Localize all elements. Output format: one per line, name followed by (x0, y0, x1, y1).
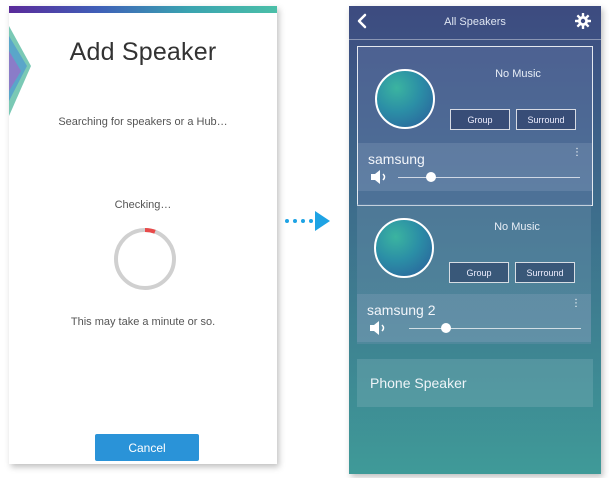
album-art-disc (375, 69, 435, 129)
volume-slider-thumb[interactable] (426, 172, 436, 182)
wait-note-text: This may take a minute or so. (70, 316, 216, 328)
add-speaker-screen: Add Speaker Searching for speakers or a … (9, 6, 277, 464)
more-dots-icon[interactable]: ⋮ (572, 147, 582, 158)
header-bar: All Speakers (349, 6, 601, 38)
speaker-card[interactable]: No Music Group Surround samsung 2 ⋮ (357, 204, 591, 344)
top-color-bar (9, 6, 277, 13)
group-button[interactable]: Group (450, 109, 510, 130)
cancel-button[interactable]: Cancel (95, 434, 199, 461)
group-button[interactable]: Group (449, 262, 509, 283)
more-dots-icon[interactable]: ⋮ (571, 298, 581, 309)
volume-icon[interactable] (370, 170, 392, 184)
brand-art-decoration (9, 26, 31, 116)
speaker-row: samsung ⋮ (358, 143, 592, 191)
speaker-name: samsung 2 (367, 302, 436, 318)
gear-icon[interactable] (575, 13, 591, 29)
header-divider (349, 39, 601, 40)
phone-speaker-label: Phone Speaker (370, 375, 467, 391)
album-art-disc (374, 218, 434, 278)
spinner-icon (114, 228, 176, 290)
playback-status: No Music (494, 221, 540, 233)
speaker-row: samsung 2 ⋮ (357, 294, 591, 342)
surround-button[interactable]: Surround (515, 262, 575, 283)
header-title: All Speakers (444, 16, 506, 28)
surround-button[interactable]: Surround (516, 109, 576, 130)
speaker-card[interactable]: No Music Group Surround samsung ⋮ (357, 46, 593, 206)
checking-text: Checking… (114, 199, 172, 211)
speaker-name: samsung (368, 151, 425, 167)
search-status-text: Searching for speakers or a Hub… (58, 116, 228, 128)
volume-icon[interactable] (369, 321, 391, 335)
playback-status: No Music (495, 68, 541, 80)
all-speakers-screen: All Speakers No Music Group Surround sam… (349, 6, 601, 474)
phone-speaker-row[interactable]: Phone Speaker (357, 359, 593, 407)
volume-track[interactable] (409, 328, 581, 329)
arrow-right-icon (285, 211, 330, 231)
page-title: Add Speaker (69, 38, 217, 66)
volume-slider-thumb[interactable] (441, 323, 451, 333)
